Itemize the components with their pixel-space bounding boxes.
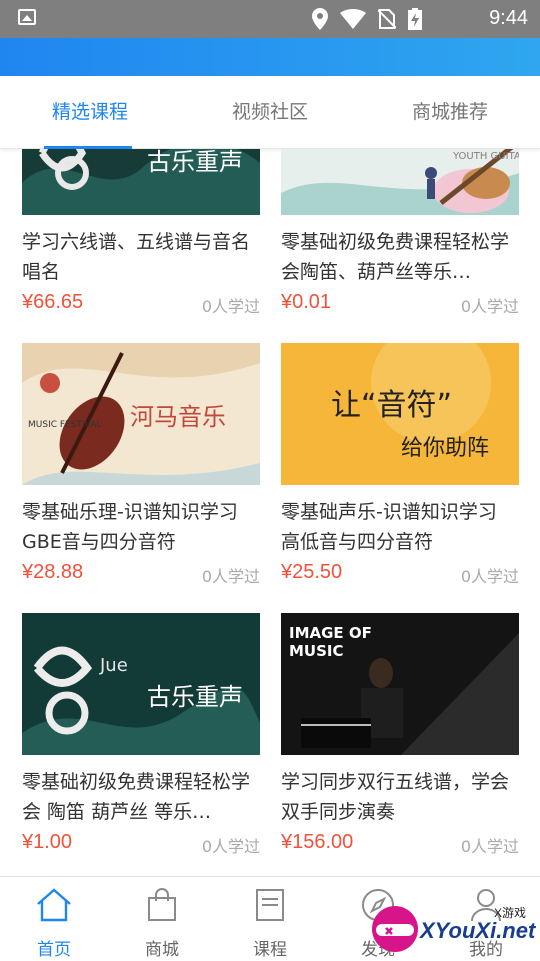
nav-courses[interactable]: 课程 xyxy=(216,877,324,961)
course-thumbnail: Jue 古乐重声 xyxy=(22,613,260,755)
course-thumbnail: MUSIC FESTIVAL 河马音乐 xyxy=(22,343,260,485)
course-price: ¥1.00 xyxy=(22,831,73,853)
course-price: ¥28.88 xyxy=(22,561,84,583)
gamepad-logo-icon xyxy=(372,906,418,952)
nav-label: 首页 xyxy=(37,940,71,960)
course-card[interactable]: Jue 古乐重声 零基础初级免费课程轻松学会 陶笛 葫芦丝 等乐… ¥1.00 … xyxy=(22,613,260,861)
course-meta: ¥25.50 0人学过 xyxy=(281,561,519,591)
course-card[interactable]: YOUTH GUITAR 零基础初级免费课程轻松学会陶笛、葫芦丝等乐… ¥0.0… xyxy=(281,149,519,321)
tab-video-community[interactable]: 视频社区 xyxy=(200,76,340,148)
learner-count: 0人学过 xyxy=(201,567,260,586)
thumbnail-text: 河马音乐 xyxy=(130,403,226,431)
learner-count: 0人学过 xyxy=(201,297,260,316)
course-title[interactable]: 学习同步双行五线谱，学会 双手同步演奏 xyxy=(281,767,519,827)
category-tabs: 精选课程 视频社区 商城推荐 xyxy=(0,76,540,149)
thumbnail-text: 让“音符” xyxy=(331,388,452,423)
thumbnail-text: YOUTH GUITAR xyxy=(452,151,519,162)
thumbnail-text: IMAGE OF xyxy=(289,624,372,642)
course-card[interactable]: MUSIC FESTIVAL 河马音乐 零基础乐理-识谱知识学习GBE音与四分音… xyxy=(22,343,260,591)
home-icon xyxy=(37,888,71,922)
course-meta: ¥156.00 0人学过 xyxy=(281,831,519,861)
course-thumbnail: IMAGE OF MUSIC xyxy=(281,613,519,755)
book-icon xyxy=(256,889,284,921)
course-title[interactable]: 零基础乐理-识谱知识学习GBE音与四分音符 xyxy=(22,497,260,557)
site-watermark: X游戏 XYouXi.net xyxy=(370,900,536,956)
course-thumbnail: 让“音符” 给你助阵 xyxy=(281,343,519,485)
course-title[interactable]: 零基础初级免费课程轻松学会陶笛、葫芦丝等乐… xyxy=(281,227,519,287)
learner-count: 0人学过 xyxy=(460,567,519,586)
course-card[interactable]: IMAGE OF MUSIC 学习同步双行五线谱，学会 双手同步演奏 ¥156.… xyxy=(281,613,519,861)
location-icon xyxy=(312,8,328,30)
nav-mall[interactable]: 商城 xyxy=(108,877,216,961)
course-meta: ¥0.01 0人学过 xyxy=(281,291,519,321)
course-thumbnail: 古乐重声 xyxy=(22,149,260,215)
watermark-brand: XYouXi.net xyxy=(420,918,536,943)
thumbnail-subtext: 给你助阵 xyxy=(401,436,489,461)
nav-home[interactable]: 首页 xyxy=(0,877,108,961)
course-card[interactable]: 让“音符” 给你助阵 零基础声乐-识谱知识学习 高低音与四分音符 ¥25.50 … xyxy=(281,343,519,591)
status-bar: 9:44 xyxy=(0,0,540,38)
app-bar xyxy=(0,38,540,76)
no-sim-icon xyxy=(378,9,396,29)
course-title[interactable]: 零基础声乐-识谱知识学习 高低音与四分音符 xyxy=(281,497,519,557)
course-title[interactable]: 零基础初级免费课程轻松学会 陶笛 葫芦丝 等乐… xyxy=(22,767,260,827)
thumbnail-subtext: MUSIC FESTIVAL xyxy=(28,420,101,430)
tab-featured-courses[interactable]: 精选课程 xyxy=(20,76,160,148)
nav-label: 课程 xyxy=(253,940,287,960)
tab-mall-recommend[interactable]: 商城推荐 xyxy=(380,76,520,148)
thumbnail-text: 古乐重声 xyxy=(147,683,243,711)
thumbnail-subtext: MUSIC xyxy=(289,642,344,660)
status-icons xyxy=(312,8,422,30)
course-title[interactable]: 学习六线谱、五线谱与音名 唱名 xyxy=(22,227,260,287)
course-price: ¥66.65 xyxy=(22,291,84,313)
course-price: ¥156.00 xyxy=(281,831,354,853)
learner-count: 0人学过 xyxy=(460,297,519,316)
course-grid[interactable]: 古乐重声 学习六线谱、五线谱与音名 唱名 ¥66.65 0人学过 YOUTH G… xyxy=(0,149,540,876)
image-notification-icon xyxy=(18,9,36,25)
course-meta: ¥1.00 0人学过 xyxy=(22,831,260,861)
thumbnail-subtext: Jue xyxy=(99,655,128,676)
thumbnail-text: 古乐重声 xyxy=(147,149,243,176)
course-price: ¥0.01 xyxy=(281,291,332,313)
learner-count: 0人学过 xyxy=(460,837,519,856)
clock: 9:44 xyxy=(489,7,528,29)
nav-label: 商城 xyxy=(145,940,179,960)
course-meta: ¥28.88 0人学过 xyxy=(22,561,260,591)
course-price: ¥25.50 xyxy=(281,561,343,583)
course-meta: ¥66.65 0人学过 xyxy=(22,291,260,321)
course-thumbnail: YOUTH GUITAR xyxy=(281,149,519,215)
shopping-bag-icon xyxy=(148,888,176,921)
wifi-icon xyxy=(340,9,366,29)
learner-count: 0人学过 xyxy=(201,837,260,856)
course-card[interactable]: 古乐重声 学习六线谱、五线谱与音名 唱名 ¥66.65 0人学过 xyxy=(22,149,260,321)
battery-charging-icon xyxy=(408,8,422,30)
